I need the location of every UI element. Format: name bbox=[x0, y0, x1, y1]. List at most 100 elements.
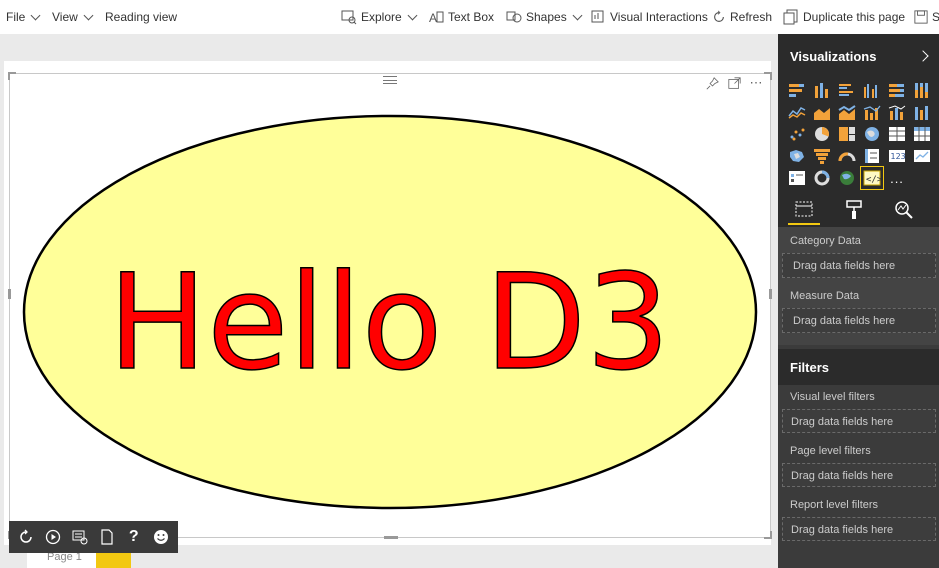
line-clustered-column-icon[interactable] bbox=[861, 101, 883, 123]
focus-mode-icon[interactable] bbox=[726, 75, 742, 91]
globe-icon[interactable] bbox=[836, 167, 858, 189]
clustered-bar-chart-icon[interactable] bbox=[836, 79, 858, 101]
duplicate-icon bbox=[783, 9, 798, 25]
svg-text:123: 123 bbox=[891, 152, 906, 161]
pin-icon[interactable] bbox=[704, 75, 720, 91]
duplicate-page-button[interactable]: Duplicate this page bbox=[783, 0, 905, 34]
visualizations-title: Visualizations bbox=[790, 48, 877, 64]
more-options-icon[interactable]: ⋯ bbox=[748, 75, 764, 91]
category-data-label: Category Data bbox=[790, 235, 861, 247]
visual-level-filters-drop-zone[interactable]: Drag data fields here bbox=[782, 409, 936, 433]
d3-canvas: Hello D3 bbox=[22, 114, 758, 510]
matrix-icon[interactable] bbox=[911, 123, 933, 145]
chevron-down-icon bbox=[30, 10, 41, 21]
file-label: File bbox=[6, 10, 26, 24]
custom-visual-icon[interactable]: </> bbox=[860, 166, 884, 190]
resize-handle-left[interactable] bbox=[8, 289, 11, 299]
kpi-icon[interactable] bbox=[911, 145, 933, 167]
smiley-icon[interactable] bbox=[151, 527, 171, 547]
document-icon[interactable] bbox=[97, 527, 117, 547]
resize-handle-bottom[interactable] bbox=[384, 536, 398, 539]
report-level-filters-drop-zone[interactable]: Drag data fields here bbox=[782, 517, 936, 541]
chevron-down-icon bbox=[407, 10, 418, 21]
reading-view-button[interactable]: Reading view bbox=[105, 0, 177, 34]
slicer-icon[interactable] bbox=[786, 167, 808, 189]
scatter-chart-icon[interactable] bbox=[786, 123, 808, 145]
report-canvas: ⋯ Hello D3 bbox=[0, 34, 778, 568]
refresh-label: Refresh bbox=[730, 10, 773, 24]
line-chart-icon[interactable] bbox=[786, 101, 808, 123]
dataview-icon[interactable] bbox=[70, 527, 90, 547]
category-data-drop-zone[interactable]: Drag data fields here bbox=[782, 253, 936, 278]
visual-interactions-label: Visual Interactions bbox=[610, 10, 708, 24]
text-box-button[interactable]: A Text Box bbox=[428, 0, 494, 34]
more-visuals-icon[interactable]: ... bbox=[886, 167, 908, 189]
right-panel: Visualizations 123 </> ... Category Data… bbox=[778, 34, 939, 568]
view-menu[interactable]: View bbox=[52, 0, 94, 34]
visual-interactions-button[interactable]: Visual Interactions bbox=[590, 0, 708, 34]
shapes-menu[interactable]: Shapes bbox=[506, 0, 583, 34]
file-menu[interactable]: File bbox=[6, 0, 41, 34]
funnel-icon[interactable] bbox=[811, 145, 833, 167]
chevron-down-icon bbox=[572, 10, 583, 21]
filters-header: Filters bbox=[778, 349, 939, 385]
donut-chart-icon[interactable] bbox=[811, 167, 833, 189]
area-chart-icon[interactable] bbox=[811, 101, 833, 123]
report-page: ⋯ Hello D3 bbox=[4, 61, 772, 545]
text-box-icon: A bbox=[429, 11, 444, 25]
line-stacked-column-icon[interactable] bbox=[886, 101, 908, 123]
refresh-button[interactable]: Refresh bbox=[712, 0, 772, 34]
play-icon[interactable] bbox=[43, 527, 63, 547]
collapse-chevron-icon[interactable] bbox=[917, 50, 929, 62]
refresh-visual-icon[interactable] bbox=[16, 527, 36, 547]
duplicate-page-label: Duplicate this page bbox=[803, 10, 906, 24]
visual-interactions-icon bbox=[591, 10, 604, 23]
refresh-icon bbox=[714, 10, 724, 22]
report-level-filters-label: Report level filters bbox=[790, 499, 879, 511]
100-stacked-column-icon[interactable] bbox=[911, 79, 933, 101]
filters-title: Filters bbox=[790, 359, 830, 375]
page-level-filters-drop-zone[interactable]: Drag data fields here bbox=[782, 463, 936, 487]
chevron-down-icon bbox=[83, 10, 94, 21]
svg-text:</>: </> bbox=[866, 175, 881, 185]
format-paint-roller-icon[interactable] bbox=[838, 195, 870, 225]
card-icon[interactable]: 123 bbox=[886, 145, 908, 167]
floating-toolbar: ? bbox=[9, 521, 178, 553]
custom-visual[interactable]: ⋯ Hello D3 bbox=[8, 72, 772, 539]
explore-menu[interactable]: Explore bbox=[341, 0, 418, 34]
resize-handle-top-right[interactable] bbox=[764, 72, 772, 80]
stacked-bar-chart-icon[interactable] bbox=[786, 79, 808, 101]
treemap-icon[interactable] bbox=[836, 123, 858, 145]
help-icon[interactable]: ? bbox=[124, 527, 144, 547]
visualization-gallery: 123 </> ... bbox=[778, 78, 939, 193]
top-toolbar: File View Reading view Explore A Text Bo… bbox=[0, 0, 939, 34]
save-button[interactable]: S bbox=[914, 0, 939, 34]
table-icon[interactable] bbox=[886, 123, 908, 145]
pie-chart-icon[interactable] bbox=[811, 123, 833, 145]
100-stacked-bar-icon[interactable] bbox=[886, 79, 908, 101]
drag-handle-icon[interactable] bbox=[383, 76, 397, 84]
hello-text: Hello D3 bbox=[108, 246, 670, 400]
gauge-icon[interactable] bbox=[836, 145, 858, 167]
visual-header: ⋯ bbox=[10, 74, 770, 92]
analytics-icon[interactable] bbox=[888, 195, 920, 225]
stacked-column-chart-icon[interactable] bbox=[811, 79, 833, 101]
multi-row-card-icon[interactable] bbox=[861, 145, 883, 167]
pane-tabs bbox=[778, 193, 939, 227]
measure-data-label: Measure Data bbox=[790, 290, 860, 302]
resize-handle-top-left[interactable] bbox=[8, 72, 16, 80]
stacked-area-chart-icon[interactable] bbox=[836, 101, 858, 123]
visualizations-header[interactable]: Visualizations bbox=[778, 34, 939, 78]
fields-tab-icon[interactable] bbox=[788, 195, 820, 225]
measure-data-drop-zone[interactable]: Drag data fields here bbox=[782, 308, 936, 333]
filled-map-icon[interactable] bbox=[786, 145, 808, 167]
ribbon-chart-icon[interactable] bbox=[911, 101, 933, 123]
resize-handle-bottom-right[interactable] bbox=[764, 531, 772, 539]
map-icon[interactable] bbox=[861, 123, 883, 145]
reading-view-label: Reading view bbox=[105, 10, 178, 24]
save-label: S bbox=[932, 10, 939, 24]
shapes-label: Shapes bbox=[526, 10, 567, 24]
clustered-column-chart-icon[interactable] bbox=[861, 79, 883, 101]
field-wells: Category Data Drag data fields here Meas… bbox=[778, 227, 939, 345]
resize-handle-right[interactable] bbox=[769, 289, 772, 299]
